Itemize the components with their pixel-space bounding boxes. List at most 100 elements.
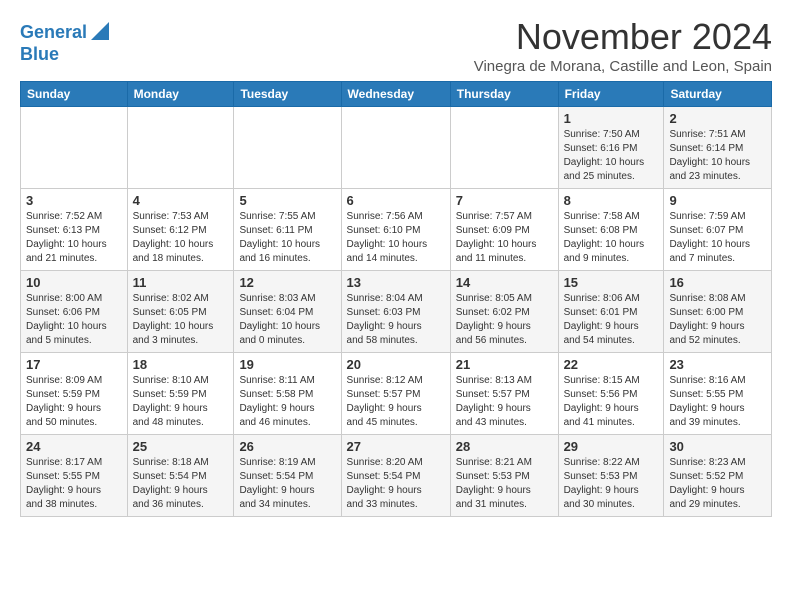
day-number: 7 xyxy=(456,193,553,208)
day-info: Sunrise: 7:57 AM Sunset: 6:09 PM Dayligh… xyxy=(456,210,553,266)
day-number: 15 xyxy=(564,275,659,290)
days-header-row: SundayMondayTuesdayWednesdayThursdayFrid… xyxy=(21,82,772,107)
day-number: 24 xyxy=(26,439,122,454)
day-number: 27 xyxy=(347,439,445,454)
day-info: Sunrise: 7:53 AM Sunset: 6:12 PM Dayligh… xyxy=(133,210,229,266)
day-number: 19 xyxy=(239,357,335,372)
day-cell: 8 Sunrise: 7:58 AM Sunset: 6:08 PM Daylig… xyxy=(558,189,664,271)
day-number: 30 xyxy=(669,439,766,454)
day-cell: 21 Sunrise: 8:13 AM Sunset: 5:57 PM Dayli… xyxy=(450,353,558,435)
day-cell: 24 Sunrise: 8:17 AM Sunset: 5:55 PM Dayli… xyxy=(21,435,128,517)
day-info: Sunrise: 8:10 AM Sunset: 5:59 PM Dayligh… xyxy=(133,374,229,430)
day-info: Sunrise: 8:13 AM Sunset: 5:57 PM Dayligh… xyxy=(456,374,553,430)
day-cell: 28 Sunrise: 8:21 AM Sunset: 5:53 PM Dayli… xyxy=(450,435,558,517)
day-cell: 17 Sunrise: 8:09 AM Sunset: 5:59 PM Dayli… xyxy=(21,353,128,435)
day-number: 11 xyxy=(133,275,229,290)
day-cell: 27 Sunrise: 8:20 AM Sunset: 5:54 PM Dayli… xyxy=(341,435,450,517)
day-info: Sunrise: 7:59 AM Sunset: 6:07 PM Dayligh… xyxy=(669,210,766,266)
day-number: 2 xyxy=(669,111,766,126)
day-cell: 26 Sunrise: 8:19 AM Sunset: 5:54 PM Dayli… xyxy=(234,435,341,517)
day-info: Sunrise: 8:09 AM Sunset: 5:59 PM Dayligh… xyxy=(26,374,122,430)
header-wednesday: Wednesday xyxy=(341,82,450,107)
day-info: Sunrise: 7:56 AM Sunset: 6:10 PM Dayligh… xyxy=(347,210,445,266)
day-cell: 30 Sunrise: 8:23 AM Sunset: 5:52 PM Dayli… xyxy=(664,435,772,517)
day-cell xyxy=(127,107,234,189)
header-saturday: Saturday xyxy=(664,82,772,107)
day-cell: 16Sunrise: 8:08 AM Sunset: 6:00 PM Dayli… xyxy=(664,271,772,353)
day-cell: 7 Sunrise: 7:57 AM Sunset: 6:09 PM Daylig… xyxy=(450,189,558,271)
header-friday: Friday xyxy=(558,82,664,107)
day-cell: 10 Sunrise: 8:00 AM Sunset: 6:06 PM Dayli… xyxy=(21,271,128,353)
day-info: Sunrise: 8:17 AM Sunset: 5:55 PM Dayligh… xyxy=(26,456,122,512)
day-number: 9 xyxy=(669,193,766,208)
day-cell: 22 Sunrise: 8:15 AM Sunset: 5:56 PM Dayli… xyxy=(558,353,664,435)
day-info: Sunrise: 8:00 AM Sunset: 6:06 PM Dayligh… xyxy=(26,292,122,348)
day-info: Sunrise: 8:08 AM Sunset: 6:00 PM Dayligh… xyxy=(669,292,766,348)
day-number: 5 xyxy=(239,193,335,208)
day-number: 28 xyxy=(456,439,553,454)
day-info: Sunrise: 8:15 AM Sunset: 5:56 PM Dayligh… xyxy=(564,374,659,430)
day-number: 17 xyxy=(26,357,122,372)
header-sunday: Sunday xyxy=(21,82,128,107)
day-info: Sunrise: 8:12 AM Sunset: 5:57 PM Dayligh… xyxy=(347,374,445,430)
day-cell: 15Sunrise: 8:06 AM Sunset: 6:01 PM Dayli… xyxy=(558,271,664,353)
day-cell: 13 Sunrise: 8:04 AM Sunset: 6:03 PM Dayli… xyxy=(341,271,450,353)
logo-text-general: General xyxy=(20,23,87,43)
page-header: General Blue November 2024 Vinegra de Mo… xyxy=(20,16,772,75)
day-number: 22 xyxy=(564,357,659,372)
day-info: Sunrise: 8:16 AM Sunset: 5:55 PM Dayligh… xyxy=(669,374,766,430)
day-cell: 23 Sunrise: 8:16 AM Sunset: 5:55 PM Dayli… xyxy=(664,353,772,435)
day-cell: 4 Sunrise: 7:53 AM Sunset: 6:12 PM Daylig… xyxy=(127,189,234,271)
day-number: 13 xyxy=(347,275,445,290)
day-cell: 18 Sunrise: 8:10 AM Sunset: 5:59 PM Dayli… xyxy=(127,353,234,435)
day-number: 20 xyxy=(347,357,445,372)
day-cell: 5 Sunrise: 7:55 AM Sunset: 6:11 PM Daylig… xyxy=(234,189,341,271)
day-cell: 20 Sunrise: 8:12 AM Sunset: 5:57 PM Dayli… xyxy=(341,353,450,435)
day-info: Sunrise: 8:02 AM Sunset: 6:05 PM Dayligh… xyxy=(133,292,229,348)
day-cell: 11 Sunrise: 8:02 AM Sunset: 6:05 PM Dayli… xyxy=(127,271,234,353)
calendar-table: SundayMondayTuesdayWednesdayThursdayFrid… xyxy=(20,81,772,517)
day-info: Sunrise: 8:20 AM Sunset: 5:54 PM Dayligh… xyxy=(347,456,445,512)
day-info: Sunrise: 7:50 AM Sunset: 6:16 PM Dayligh… xyxy=(564,128,659,184)
day-info: Sunrise: 8:18 AM Sunset: 5:54 PM Dayligh… xyxy=(133,456,229,512)
day-cell: 3Sunrise: 7:52 AM Sunset: 6:13 PM Daylig… xyxy=(21,189,128,271)
logo-text-blue: Blue xyxy=(20,45,59,65)
week-row-3: 10 Sunrise: 8:00 AM Sunset: 6:06 PM Dayli… xyxy=(21,271,772,353)
day-number: 1 xyxy=(564,111,659,126)
day-number: 21 xyxy=(456,357,553,372)
week-row-5: 24 Sunrise: 8:17 AM Sunset: 5:55 PM Dayli… xyxy=(21,435,772,517)
day-number: 10 xyxy=(26,275,122,290)
day-number: 23 xyxy=(669,357,766,372)
day-cell xyxy=(341,107,450,189)
day-cell: 14Sunrise: 8:05 AM Sunset: 6:02 PM Dayli… xyxy=(450,271,558,353)
month-title: November 2024 xyxy=(474,16,772,58)
day-cell xyxy=(234,107,341,189)
day-cell: 2 Sunrise: 7:51 AM Sunset: 6:14 PM Daylig… xyxy=(664,107,772,189)
day-cell: 25 Sunrise: 8:18 AM Sunset: 5:54 PM Dayli… xyxy=(127,435,234,517)
day-number: 4 xyxy=(133,193,229,208)
day-info: Sunrise: 8:04 AM Sunset: 6:03 PM Dayligh… xyxy=(347,292,445,348)
day-cell xyxy=(450,107,558,189)
week-row-4: 17 Sunrise: 8:09 AM Sunset: 5:59 PM Dayli… xyxy=(21,353,772,435)
day-info: Sunrise: 7:58 AM Sunset: 6:08 PM Dayligh… xyxy=(564,210,659,266)
day-cell: 9 Sunrise: 7:59 AM Sunset: 6:07 PM Daylig… xyxy=(664,189,772,271)
title-block: November 2024 Vinegra de Morana, Castill… xyxy=(474,16,772,75)
day-info: Sunrise: 8:22 AM Sunset: 5:53 PM Dayligh… xyxy=(564,456,659,512)
day-cell: 29 Sunrise: 8:22 AM Sunset: 5:53 PM Dayli… xyxy=(558,435,664,517)
day-info: Sunrise: 7:52 AM Sunset: 6:13 PM Dayligh… xyxy=(26,210,122,266)
day-number: 26 xyxy=(239,439,335,454)
day-info: Sunrise: 8:23 AM Sunset: 5:52 PM Dayligh… xyxy=(669,456,766,512)
location-subtitle: Vinegra de Morana, Castille and Leon, Sp… xyxy=(474,58,772,75)
day-info: Sunrise: 7:51 AM Sunset: 6:14 PM Dayligh… xyxy=(669,128,766,184)
day-number: 25 xyxy=(133,439,229,454)
header-thursday: Thursday xyxy=(450,82,558,107)
day-number: 18 xyxy=(133,357,229,372)
day-number: 8 xyxy=(564,193,659,208)
day-info: Sunrise: 8:19 AM Sunset: 5:54 PM Dayligh… xyxy=(239,456,335,512)
day-info: Sunrise: 8:21 AM Sunset: 5:53 PM Dayligh… xyxy=(456,456,553,512)
day-info: Sunrise: 7:55 AM Sunset: 6:11 PM Dayligh… xyxy=(239,210,335,266)
day-cell: 1 Sunrise: 7:50 AM Sunset: 6:16 PM Daylig… xyxy=(558,107,664,189)
day-number: 29 xyxy=(564,439,659,454)
week-row-2: 3Sunrise: 7:52 AM Sunset: 6:13 PM Daylig… xyxy=(21,189,772,271)
day-info: Sunrise: 8:05 AM Sunset: 6:02 PM Dayligh… xyxy=(456,292,553,348)
